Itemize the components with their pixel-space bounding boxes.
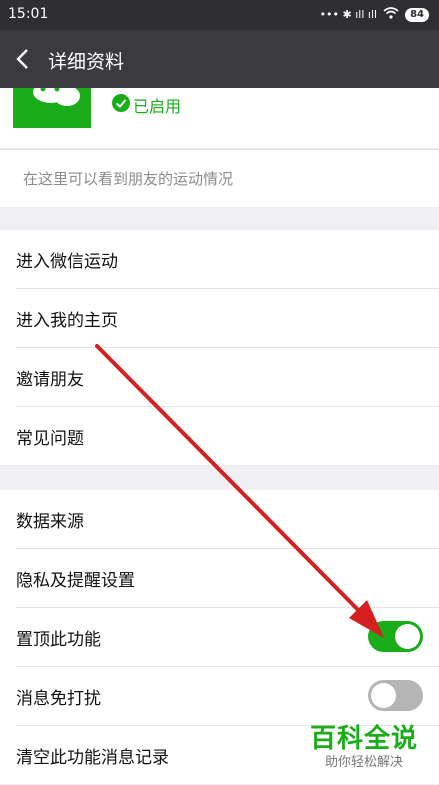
menu-item-privacy-settings[interactable]: 隐私及提醒设置 [16,549,439,608]
description-section: 在这里可以看到朋友的运动情况 [0,149,439,207]
menu-item-label: 常见问题 [16,429,84,449]
menu-group-1: 进入微信运动 进入我的主页 邀请朋友 常见问题 [0,230,439,465]
menu-item-enter-werun[interactable]: 进入微信运动 [16,230,439,289]
menu-item-faq[interactable]: 常见问题 [16,407,439,465]
battery-icon: 84 [405,7,429,22]
back-arrow-icon[interactable] [12,47,34,71]
page-title: 详细资料 [48,51,125,73]
menu-item-invite-friends[interactable]: 邀请朋友 [16,348,439,407]
menu-item-pin-top: 置顶此功能 [16,608,439,667]
wechat-logo-icon [13,81,91,128]
menu-item-label: 置顶此功能 [16,630,101,650]
status-icons: ••• ✱ ıll ıll 84 [320,7,429,22]
watermark-title: 百科全说 [310,724,419,754]
menu-item-my-homepage[interactable]: 进入我的主页 [16,289,439,348]
status-bar: 15:01 ••• ✱ ıll ıll 84 [0,0,439,30]
toggle-knob [371,683,396,708]
description-text: 在这里可以看到朋友的运动情况 [23,170,234,188]
menu-item-label: 进入我的主页 [16,311,118,331]
toggle-knob [395,624,420,649]
wifi-icon [383,7,399,22]
menu-item-label: 数据来源 [16,512,84,532]
menu-item-data-source[interactable]: 数据来源 [16,490,439,549]
menu-item-label: 清空此功能消息记录 [16,748,169,768]
status-label: 已启用 [133,97,182,116]
title-bar: 详细资料 [0,30,439,88]
watermark-subtitle: 助你轻松解决 [325,755,404,770]
do-not-disturb-toggle[interactable] [368,680,423,711]
menu-item-label: 邀请朋友 [16,370,84,390]
check-circle-icon [112,94,130,116]
menu-item-do-not-disturb: 消息免打扰 [16,667,439,726]
enabled-status: 已启用 [112,93,181,117]
watermark: 百科全说 助你轻松解决 [310,723,418,771]
pin-top-toggle[interactable] [368,621,423,652]
menu-item-label: 进入微信运动 [16,252,118,272]
profile-header: 已启用 [0,81,439,148]
menu-item-label: 消息免打扰 [16,689,101,709]
status-time: 15:01 [8,6,49,22]
menu-item-label: 隐私及提醒设置 [16,571,135,591]
signal-icon: ••• ✱ ıll ıll [319,8,378,21]
